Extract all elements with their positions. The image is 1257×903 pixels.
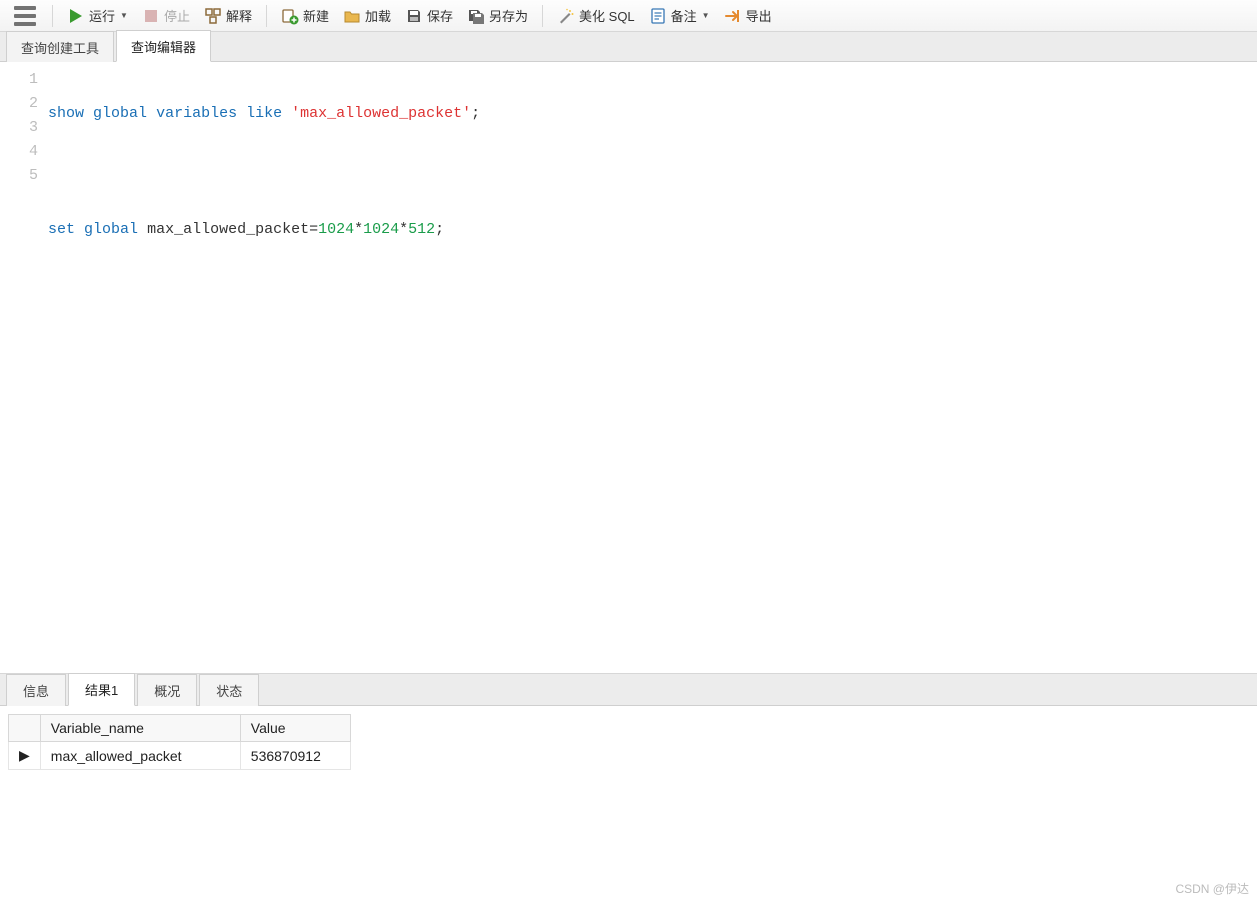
column-header-variable-name[interactable]: Variable_name xyxy=(40,715,240,742)
menu-icon[interactable] xyxy=(6,2,44,30)
current-row-marker-icon: ▶ xyxy=(9,742,41,770)
saveas-button[interactable]: 另存为 xyxy=(461,3,534,28)
row-marker-header xyxy=(9,715,41,742)
line-number-gutter: 12345 xyxy=(0,62,48,673)
dropdown-icon: ▼ xyxy=(120,11,128,20)
export-icon xyxy=(724,7,742,25)
run-label: 运行 xyxy=(89,6,115,25)
result-tabs: 信息 结果1 概况 状态 xyxy=(0,674,1257,706)
export-label: 导出 xyxy=(746,6,772,25)
run-button[interactable]: 运行 ▼ xyxy=(61,3,134,28)
save-button[interactable]: 保存 xyxy=(399,3,459,28)
column-header-value[interactable]: Value xyxy=(240,715,350,742)
folder-open-icon xyxy=(343,7,361,25)
code-line xyxy=(48,160,1257,184)
save-icon xyxy=(405,7,423,25)
stop-label: 停止 xyxy=(164,6,190,25)
saveas-label: 另存为 xyxy=(489,6,528,25)
result-panel: Variable_name Value ▶ max_allowed_packet… xyxy=(0,706,1257,903)
explain-icon xyxy=(204,7,222,25)
code-line: show global variables like 'max_allowed_… xyxy=(48,102,1257,126)
tab-query-editor[interactable]: 查询编辑器 xyxy=(116,30,211,62)
toolbar-separator xyxy=(542,5,543,27)
notes-label: 备注 xyxy=(671,6,697,25)
cell-variable-name[interactable]: max_allowed_packet xyxy=(40,742,240,770)
tab-status[interactable]: 状态 xyxy=(199,674,259,706)
sql-editor[interactable]: 12345 show global variables like 'max_al… xyxy=(0,62,1257,674)
new-label: 新建 xyxy=(303,6,329,25)
tab-query-builder[interactable]: 查询创建工具 xyxy=(6,31,114,62)
saveas-icon xyxy=(467,7,485,25)
dropdown-icon: ▼ xyxy=(702,11,710,20)
code-line: set global max_allowed_packet=1024*1024*… xyxy=(48,218,1257,242)
save-label: 保存 xyxy=(427,6,453,25)
toolbar-separator xyxy=(266,5,267,27)
beautify-label: 美化 SQL xyxy=(579,6,635,25)
new-icon xyxy=(281,7,299,25)
code-line xyxy=(48,276,1257,300)
magic-wand-icon xyxy=(557,7,575,25)
explain-button[interactable]: 解释 xyxy=(198,3,258,28)
tab-result1[interactable]: 结果1 xyxy=(68,673,135,706)
beautify-button[interactable]: 美化 SQL xyxy=(551,3,641,28)
tab-profile[interactable]: 概况 xyxy=(137,674,197,706)
notes-button[interactable]: 备注 ▼ xyxy=(643,3,716,28)
load-label: 加载 xyxy=(365,6,391,25)
toolbar-separator xyxy=(52,5,53,27)
code-area[interactable]: show global variables like 'max_allowed_… xyxy=(48,62,1257,673)
query-tabs: 查询创建工具 查询编辑器 xyxy=(0,32,1257,62)
stop-button[interactable]: 停止 xyxy=(136,3,196,28)
main-toolbar: 运行 ▼ 停止 解释 新建 加载 保存 另存为 xyxy=(0,0,1257,32)
table-row[interactable]: ▶ max_allowed_packet 536870912 xyxy=(9,742,351,770)
notes-icon xyxy=(649,7,667,25)
cell-value[interactable]: 536870912 xyxy=(240,742,350,770)
export-button[interactable]: 导出 xyxy=(718,3,778,28)
load-button[interactable]: 加载 xyxy=(337,3,397,28)
explain-label: 解释 xyxy=(226,6,252,25)
result-grid[interactable]: Variable_name Value ▶ max_allowed_packet… xyxy=(8,714,351,770)
stop-icon xyxy=(142,7,160,25)
tab-info[interactable]: 信息 xyxy=(6,674,66,706)
play-icon xyxy=(67,7,85,25)
new-button[interactable]: 新建 xyxy=(275,3,335,28)
code-line xyxy=(48,334,1257,358)
